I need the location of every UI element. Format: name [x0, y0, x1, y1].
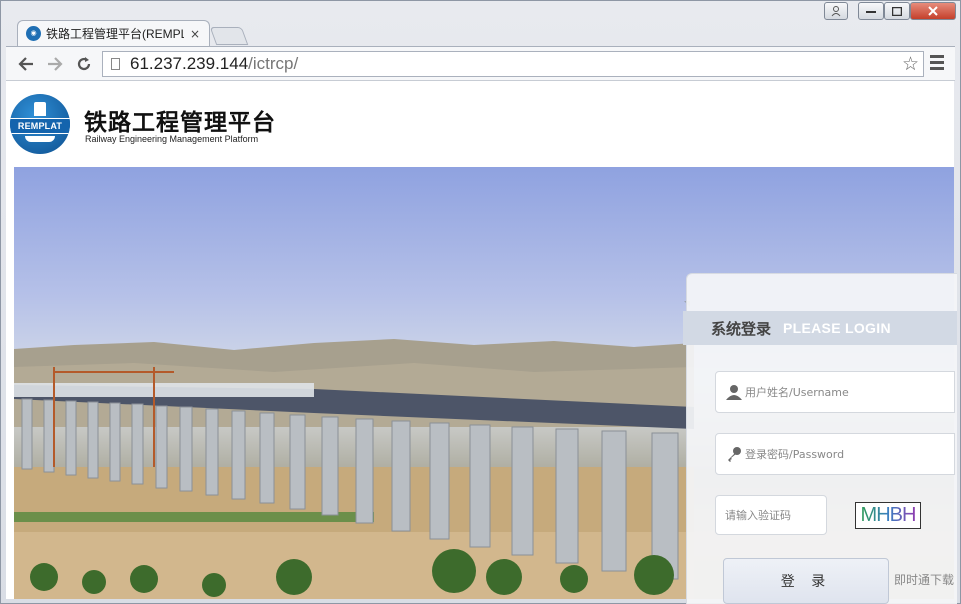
password-placeholder: 登录密码/Password — [745, 448, 845, 461]
window-close-icon[interactable] — [910, 2, 956, 20]
login-panel: 系统登录 PLEASE LOGIN 用户姓名/Username 登录密码/Pas… — [683, 273, 957, 604]
captcha-input[interactable]: 请输入验证码 — [715, 495, 827, 535]
browser-window: ◉ 铁路工程管理平台(REMPLAT) × 61.237.239.1 — [0, 0, 961, 604]
key-icon — [726, 446, 742, 462]
username-placeholder: 用户姓名/Username — [745, 386, 849, 399]
login-button[interactable]: 登 录 — [723, 558, 889, 604]
tab-strip: ◉ 铁路工程管理平台(REMPLAT) × — [1, 1, 960, 47]
reload-icon[interactable] — [72, 52, 96, 76]
username-input[interactable]: 用户姓名/Username — [715, 371, 955, 413]
login-header: 系统登录 PLEASE LOGIN — [683, 311, 957, 345]
minimize-icon[interactable] — [858, 2, 884, 20]
logo-base-icon — [25, 136, 55, 142]
login-title-en: PLEASE LOGIN — [783, 320, 891, 336]
logo-text: REMPLAT — [10, 118, 70, 134]
tab-close-icon[interactable]: × — [190, 27, 200, 41]
bookmark-star-icon[interactable]: ☆ — [902, 53, 919, 75]
site-header: REMPLAT 铁路工程管理平台 Railway Engineering Man… — [6, 81, 954, 167]
back-arrow-icon[interactable] — [14, 52, 38, 76]
browser-tab-active[interactable]: ◉ 铁路工程管理平台(REMPLAT) × — [17, 20, 210, 46]
browser-toolbar: 61.237.239.144/ictrcp/ ☆ — [6, 46, 955, 81]
url-path: /ictrcp/ — [248, 54, 299, 73]
password-input[interactable]: 登录密码/Password — [715, 433, 955, 475]
captcha-image[interactable]: MHBH — [855, 502, 921, 529]
im-download-link[interactable]: 即时通下载 — [894, 571, 954, 588]
user-icon — [726, 384, 742, 400]
logo-rail-icon — [34, 102, 46, 116]
site-favicon-icon: ◉ — [26, 26, 41, 41]
profile-user-icon[interactable] — [824, 2, 848, 20]
address-bar[interactable]: 61.237.239.144/ictrcp/ ☆ — [102, 51, 924, 77]
site-subtitle: Railway Engineering Management Platform — [85, 134, 259, 144]
site-title: 铁路工程管理平台 — [84, 110, 276, 136]
tab-title: 铁路工程管理平台(REMPLAT) — [46, 27, 184, 41]
captcha-text: MHBH — [860, 504, 917, 526]
login-title-cn: 系统登录 — [711, 319, 772, 338]
maximize-icon[interactable] — [884, 2, 910, 20]
forward-arrow-icon[interactable] — [43, 52, 67, 76]
hamburger-menu-icon[interactable] — [930, 55, 944, 73]
new-tab-button[interactable] — [209, 27, 249, 45]
captcha-placeholder: 请输入验证码 — [725, 509, 791, 522]
url-host: 61.237.239.144 — [130, 54, 249, 73]
page-icon — [111, 58, 120, 70]
remplat-logo[interactable]: REMPLAT — [10, 94, 70, 154]
